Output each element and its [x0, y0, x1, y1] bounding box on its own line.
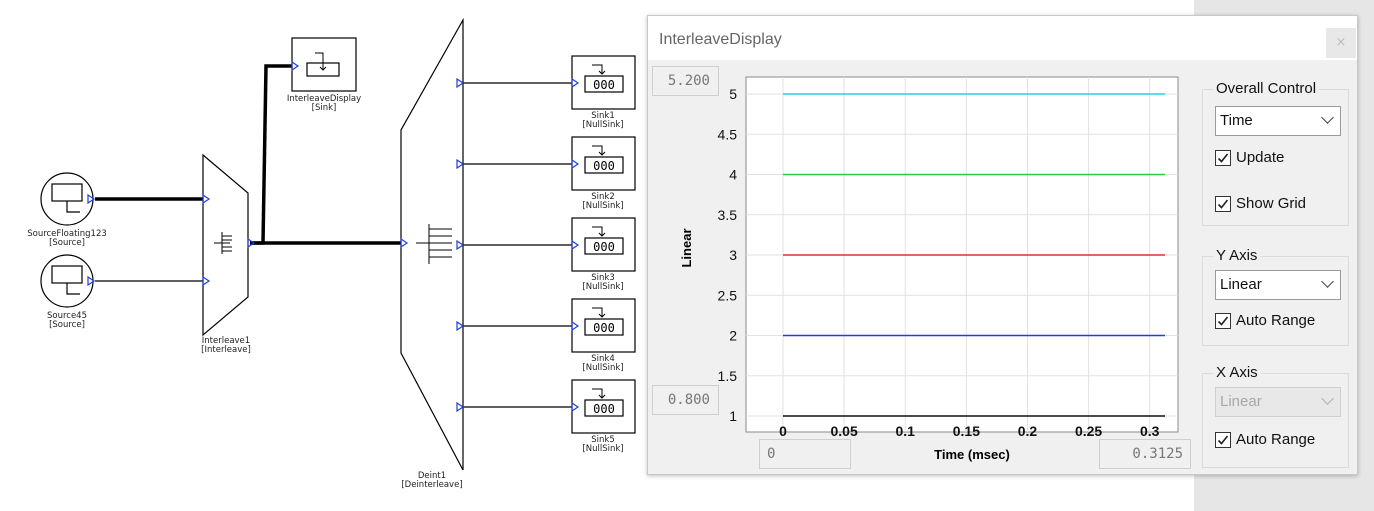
select-value: Linear	[1220, 393, 1262, 410]
group-title: X Axis	[1213, 364, 1261, 381]
display-sink-block[interactable]: InterleaveDisplay [Sink]	[287, 37, 361, 113]
select-value: Linear	[1220, 276, 1262, 293]
checkbox-checked-icon	[1215, 432, 1231, 448]
block-type: [NullSink]	[582, 363, 623, 373]
null-sink-block-5[interactable]: 000 Sink5 [NullSink]	[571, 379, 636, 454]
y-tick-label: 3	[729, 247, 737, 263]
chevron-down-icon	[1321, 275, 1334, 288]
wire-interleave-display	[250, 64, 292, 245]
block-type: [NullSink]	[582, 120, 623, 130]
source-block-2[interactable]: Source45 [Source]	[40, 254, 96, 330]
counter-text: 000	[593, 321, 615, 335]
chevron-down-icon	[1321, 392, 1334, 405]
counter-text: 000	[593, 240, 615, 254]
interleave-display-window[interactable]: InterleaveDisplay × 5.200 0.800 0 0.3125…	[647, 15, 1358, 475]
counter-text: 000	[593, 78, 615, 92]
x-tick-label: 0.05	[830, 423, 857, 439]
source-icon	[51, 265, 83, 284]
plot-area[interactable]: 0 0.05 0.1 0.15 0.2 0.25 0.311.522.533.544.55 …	[648, 16, 1208, 466]
y-scale-select[interactable]: Linear	[1215, 270, 1341, 300]
group-title: Overall Control	[1213, 80, 1320, 97]
block-type: [NullSink]	[582, 444, 623, 454]
null-sink-block-3[interactable]: 000 Sink3 [NullSink]	[571, 217, 636, 292]
block-type: [NullSink]	[582, 201, 623, 211]
null-sink-block-2[interactable]: 000 Sink2 [NullSink]	[571, 136, 636, 211]
overall-control-group: Overall Control Time Update Show Grid	[1202, 80, 1349, 226]
checkbox-checked-icon	[1215, 313, 1231, 329]
y-tick-label: 4	[729, 167, 737, 183]
x-tick-label: 0.1	[896, 423, 916, 439]
y-tick-label: 5	[729, 86, 737, 102]
x-tick-label: 0.2	[1018, 423, 1038, 439]
wires	[95, 64, 572, 408]
x-tick-label: 0.15	[953, 423, 980, 439]
checkbox-checked-icon	[1215, 150, 1231, 166]
deinterleave-block[interactable]: Deint1 [Deinterleave]	[400, 17, 465, 490]
x-tick-label: 0	[779, 423, 787, 439]
y-tick-label: 2.5	[718, 287, 738, 303]
y-axis-group: Y Axis Linear Auto Range	[1202, 247, 1349, 346]
y-tick-label: 1	[729, 408, 737, 424]
x-axis-group: X Axis Linear Auto Range	[1202, 364, 1349, 468]
x-scale-select: Linear	[1215, 387, 1341, 417]
y-tick-label: 4.5	[718, 126, 738, 142]
mode-select[interactable]: Time	[1215, 106, 1341, 136]
checkbox-label: Auto Range	[1236, 431, 1316, 448]
block-type: [Deinterleave]	[401, 480, 462, 490]
interleave-block[interactable]: Interleave1 [Interleave]	[201, 153, 256, 355]
y-axis-label: Linear	[679, 228, 694, 267]
chevron-down-icon	[1321, 111, 1334, 124]
checkbox-label: Auto Range	[1236, 312, 1316, 329]
source-block-1[interactable]: SourceFloating123 [Source]	[27, 172, 107, 248]
block-type: [Interleave]	[201, 345, 251, 355]
group-title: Y Axis	[1213, 247, 1261, 264]
counter-text: 000	[593, 402, 615, 416]
checkbox-label: Show Grid	[1236, 195, 1307, 212]
y-tick-label: 2	[729, 328, 737, 344]
x-tick-label: 0.25	[1075, 423, 1102, 439]
block-type: [Source]	[49, 238, 85, 248]
source-icon	[51, 183, 83, 202]
x-tick-label: 0.3	[1140, 423, 1160, 439]
null-sink-block-1[interactable]: 000 Sink1 [NullSink]	[571, 55, 636, 130]
x-axis-label: Time (msec)	[934, 447, 1010, 462]
select-value: Time	[1220, 112, 1253, 129]
y-tick-label: 1.5	[718, 368, 738, 384]
block-type: [NullSink]	[582, 282, 623, 292]
null-sink-block-4[interactable]: 000 Sink4 [NullSink]	[571, 298, 636, 373]
block-type: [Source]	[49, 320, 85, 330]
y-tick-label: 3.5	[718, 207, 738, 223]
block-type: [Sink]	[312, 103, 337, 113]
checkbox-checked-icon	[1215, 196, 1231, 212]
close-icon[interactable]: ×	[1326, 28, 1356, 58]
checkbox-label: Update	[1236, 149, 1285, 166]
counter-text: 000	[593, 159, 615, 173]
